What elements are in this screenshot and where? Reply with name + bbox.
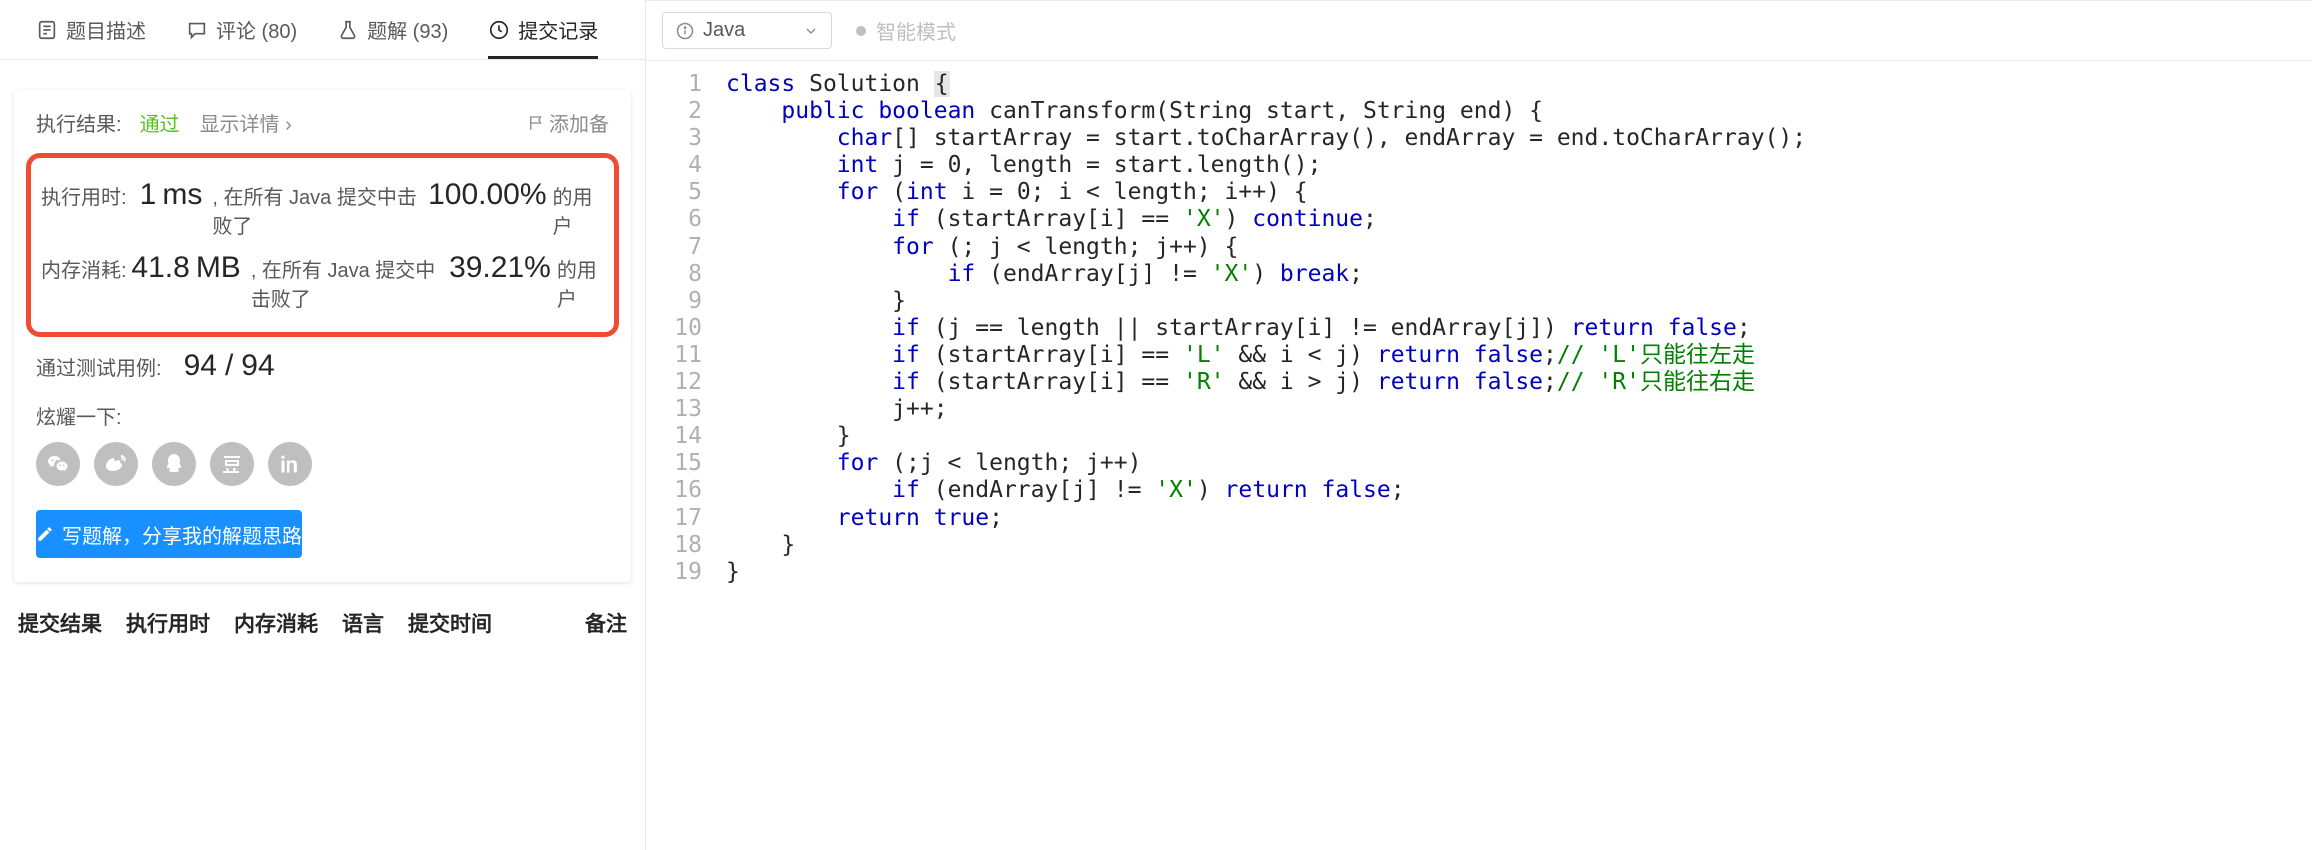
memory-suffix: 的用户	[557, 254, 604, 312]
cases-sep: /	[225, 349, 233, 383]
stats-highlight-box: 执行用时: 1 ms , 在所有 Java 提交中击败了 100.00% 的用户…	[26, 153, 619, 337]
show-detail-link[interactable]: 显示详情 ›	[200, 108, 292, 137]
cases-label: 通过测试用例:	[36, 352, 162, 381]
write-solution-button[interactable]: 写题解，分享我的解题思路	[36, 510, 302, 558]
wechat-icon[interactable]	[36, 442, 80, 486]
status-badge: 通过	[140, 108, 180, 137]
memory-value: 41.8	[131, 251, 189, 285]
left-panel: 题目描述 评论 (80) 题解 (93) 提交记录 执行结果: 通过 显示详情 …	[0, 0, 646, 850]
qq-icon[interactable]	[152, 442, 196, 486]
col-lang: 语言	[342, 608, 384, 638]
line-gutter: 12345678910111213141516171819	[646, 61, 714, 850]
smart-mode-toggle[interactable]: 智能模式	[856, 16, 956, 45]
pencil-icon	[36, 525, 54, 543]
weibo-icon[interactable]	[94, 442, 138, 486]
col-result: 提交结果	[18, 608, 102, 638]
memory-pct: 39.21%	[449, 251, 551, 285]
exec-result-label: 执行结果:	[36, 108, 122, 137]
flag-icon	[527, 114, 545, 132]
tab-comments[interactable]: 评论 (80)	[166, 0, 317, 59]
memory-label: 内存消耗:	[41, 254, 131, 283]
runtime-suffix: 的用户	[553, 181, 604, 239]
share-icons	[18, 436, 627, 504]
tab-label: 评论 (80)	[216, 15, 297, 44]
result-header: 执行结果: 通过 显示详情 › 添加备	[18, 108, 627, 153]
description-icon	[36, 19, 58, 41]
code-editor[interactable]: 12345678910111213141516171819 class Solu…	[646, 61, 2312, 850]
tabs-bar: 题目描述 评论 (80) 题解 (93) 提交记录	[0, 0, 645, 60]
clock-icon	[488, 19, 510, 41]
memory-row: 内存消耗: 41.8 MB , 在所有 Java 提交中击败了 39.21% 的…	[41, 245, 604, 318]
testcases-row: 通过测试用例: 94 / 94	[18, 337, 627, 391]
write-btn-label: 写题解，分享我的解题思路	[62, 520, 302, 549]
runtime-unit: ms	[162, 178, 202, 212]
tab-label: 提交记录	[518, 15, 598, 44]
editor-toolbar: Java 智能模式	[646, 1, 2312, 61]
memory-unit: MB	[196, 251, 241, 285]
comment-icon	[186, 19, 208, 41]
chevron-down-icon	[803, 23, 819, 39]
runtime-value: 1	[140, 178, 157, 212]
cases-passed: 94	[184, 349, 217, 383]
cases-total: 94	[241, 349, 274, 383]
flask-icon	[337, 19, 359, 41]
runtime-label: 执行用时:	[41, 181, 140, 210]
language-select[interactable]: Java	[662, 12, 832, 49]
smart-mode-label: 智能模式	[876, 16, 956, 45]
runtime-text: , 在所有 Java 提交中击败了	[212, 181, 422, 239]
linkedin-icon[interactable]	[268, 442, 312, 486]
douban-icon[interactable]	[210, 442, 254, 486]
add-note-link[interactable]: 添加备	[527, 108, 609, 137]
tab-submissions[interactable]: 提交记录	[468, 0, 618, 59]
history-header: 提交结果 执行用时 内存消耗 语言 提交时间 备注	[0, 582, 645, 654]
tab-solutions[interactable]: 题解 (93)	[317, 0, 468, 59]
tab-label: 题解 (93)	[367, 15, 448, 44]
col-time: 提交时间	[408, 608, 492, 638]
memory-text: , 在所有 Java 提交中击败了	[251, 254, 443, 312]
right-panel: Java 智能模式 12345678910111213141516171819 …	[646, 0, 2312, 850]
runtime-row: 执行用时: 1 ms , 在所有 Java 提交中击败了 100.00% 的用户	[41, 172, 604, 245]
add-note-text: 添加备	[549, 108, 609, 137]
result-card: 执行结果: 通过 显示详情 › 添加备 执行用时: 1 ms , 在所有 Jav…	[14, 90, 631, 582]
tab-description[interactable]: 题目描述	[16, 0, 166, 59]
dot-icon	[856, 26, 866, 36]
col-memory: 内存消耗	[234, 608, 318, 638]
runtime-pct: 100.00%	[428, 178, 546, 212]
code-area[interactable]: class Solution { public boolean canTrans…	[714, 61, 2312, 850]
tab-label: 题目描述	[66, 15, 146, 44]
col-runtime: 执行用时	[126, 608, 210, 638]
col-note: 备注	[585, 608, 627, 638]
info-icon	[675, 21, 695, 41]
share-label: 炫耀一下:	[18, 391, 627, 436]
language-label: Java	[703, 19, 745, 42]
